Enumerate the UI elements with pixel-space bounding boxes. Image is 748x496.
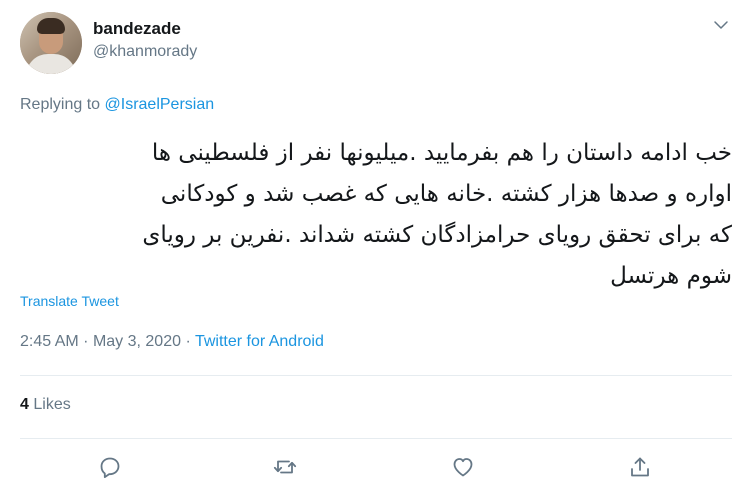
avatar-hair [37,18,65,34]
avatar[interactable] [20,12,82,74]
likes-stat[interactable]: 4 Likes [20,394,71,416]
translate-tweet-link[interactable]: Translate Tweet [20,291,119,311]
tweet-text-line: شوم هرتسل [610,263,732,289]
tweet-header: bandezade @khanmorady [20,10,732,80]
author-block[interactable]: bandezade @khanmorady [93,18,197,63]
meta-separator: · [185,333,191,350]
author-display-name[interactable]: bandezade [93,18,197,40]
divider [20,438,732,439]
meta-separator: · [83,333,89,350]
reply-icon[interactable] [97,454,123,480]
tweet-date[interactable]: May 3, 2020 [93,333,181,350]
tweet-time[interactable]: 2:45 AM [20,333,79,350]
tweet-text: خب ادامه داستان را هم بفرمایید .میلیونها… [20,133,732,297]
tweet-metadata: 2:45 AM · May 3, 2020 · Twitter for Andr… [20,331,324,353]
likes-count: 4 [20,396,29,413]
replying-to: Replying to @IsraelPersian [20,94,214,116]
likes-label: Likes [33,396,71,413]
tweet-text-line: خب ادامه داستان را هم بفرمایید .میلیونها… [151,140,732,166]
share-icon[interactable] [627,454,653,480]
divider [20,375,732,376]
chevron-down-icon[interactable] [712,16,730,34]
tweet-actions [0,452,748,482]
tweet-text-line: اواره و صدها هزار کشته .خانه هایی که غصب… [160,181,732,207]
replying-to-prefix: Replying to [20,96,101,113]
tweet-text-line: که برای تحقق رویای حرامزادگان کشته شداند… [142,222,732,248]
author-handle[interactable]: @khanmorady [93,41,197,63]
tweet-source-link[interactable]: Twitter for Android [195,333,324,350]
heart-icon[interactable] [450,454,476,480]
retweet-icon[interactable] [272,454,298,480]
replying-to-mention-link[interactable]: @IsraelPersian [105,96,215,113]
